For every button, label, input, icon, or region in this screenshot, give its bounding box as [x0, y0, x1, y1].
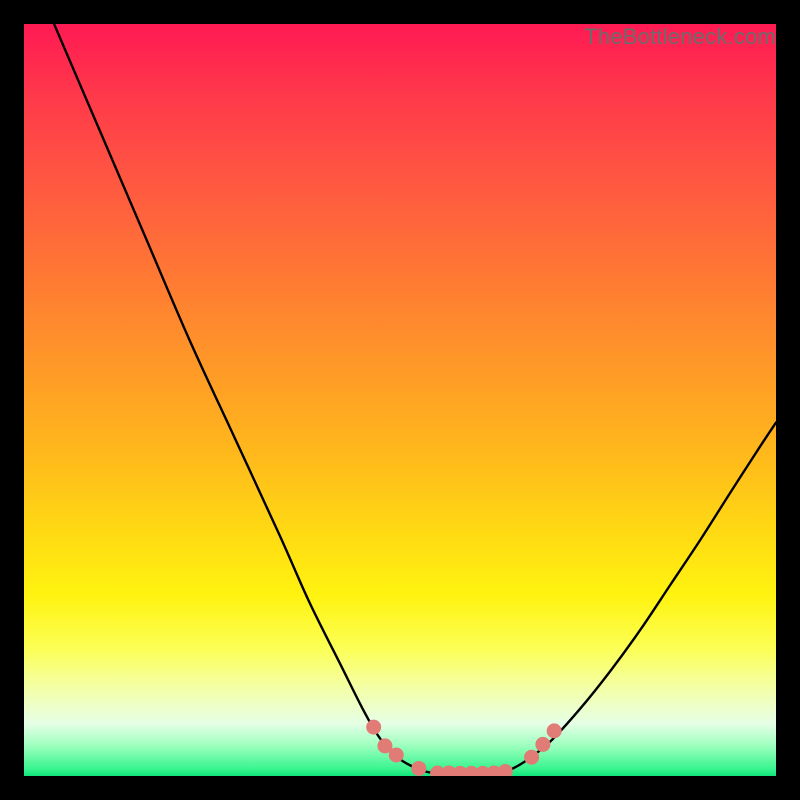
chart-svg	[24, 24, 776, 776]
chart-gradient-area	[24, 24, 776, 776]
data-marker	[389, 747, 404, 762]
chart-frame: TheBottleneck.com	[0, 0, 800, 800]
data-marker	[547, 723, 562, 738]
left-curve	[54, 24, 438, 774]
data-marker	[535, 737, 550, 752]
data-marker	[524, 750, 539, 765]
right-curve	[498, 423, 776, 774]
marker-group	[366, 720, 561, 776]
watermark-text: TheBottleneck.com	[584, 24, 776, 50]
data-marker	[411, 761, 426, 776]
data-marker	[498, 764, 513, 776]
data-marker	[366, 720, 381, 735]
